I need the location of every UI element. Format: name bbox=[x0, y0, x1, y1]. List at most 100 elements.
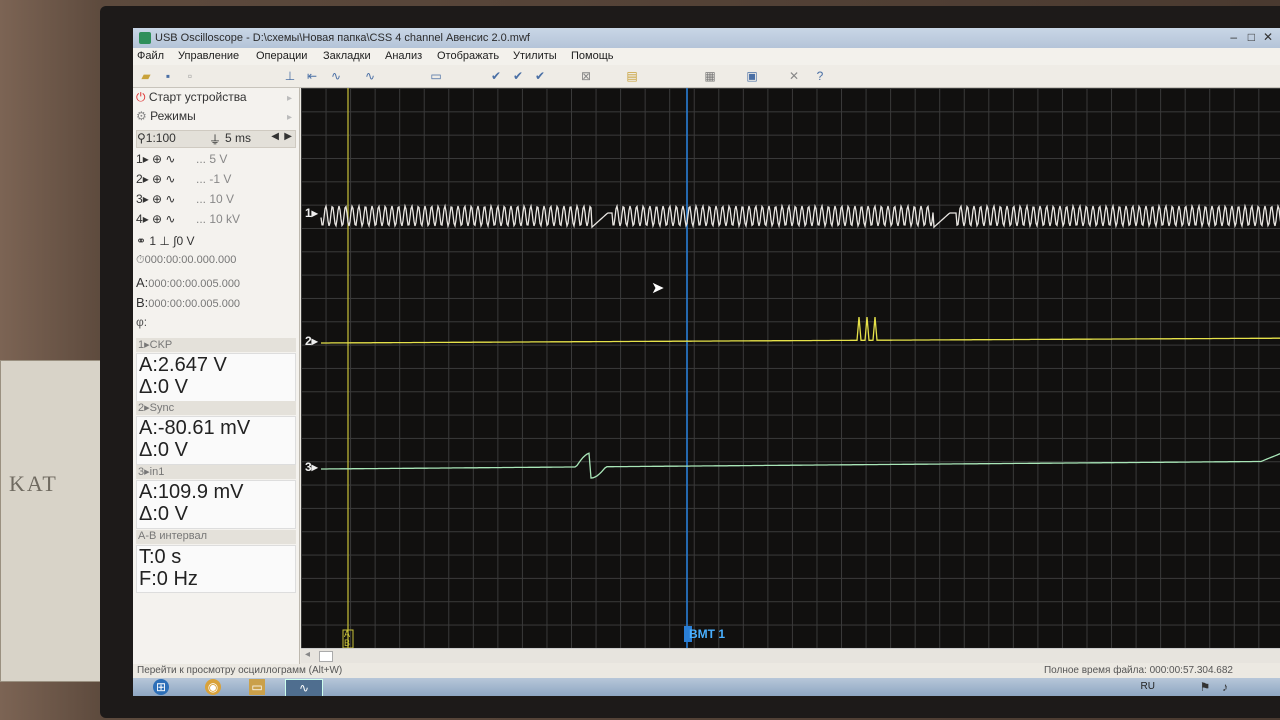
cross-icon[interactable]: ✕ bbox=[787, 69, 801, 83]
interval-header: A-B интервал bbox=[136, 530, 296, 544]
arrow-right-icon[interactable]: ▶ bbox=[284, 131, 292, 142]
wave-icon[interactable]: ∿ bbox=[329, 69, 343, 83]
trigger-row[interactable]: ⚭ 1 ⊥ ∫0 V bbox=[136, 234, 296, 253]
cursor-b-label: B: bbox=[136, 295, 149, 310]
cursor-b-time: 000:00:00.005.000 bbox=[148, 298, 241, 310]
language-indicator[interactable]: RU bbox=[1141, 681, 1155, 692]
screen: USB Oscilloscope - D:\схемы\Новая папка\… bbox=[133, 28, 1280, 696]
channel-2-label: 2▸ bbox=[305, 334, 318, 348]
modes-label: Режимы bbox=[150, 109, 196, 123]
monitor-icon[interactable]: ▭ bbox=[429, 69, 443, 83]
start-icon[interactable]: ⊞ bbox=[153, 679, 169, 695]
minimize-icon[interactable]: – bbox=[1230, 30, 1237, 44]
scope-app-icon[interactable]: ∿ bbox=[285, 679, 323, 696]
scroll-thumb[interactable] bbox=[319, 651, 333, 662]
horizontal-scrollbar[interactable]: ◂ bbox=[301, 648, 1280, 663]
zoom-icon: ⚲ bbox=[137, 131, 146, 145]
image-icon[interactable]: ▣ bbox=[745, 69, 759, 83]
channel-2-row[interactable]: 2▸ ⊕ ∿ ... -1 V bbox=[136, 172, 296, 191]
status-bar: Перейти к просмотру осциллограмм (Alt+W)… bbox=[133, 664, 1280, 678]
keyboard-icon[interactable]: ▦ bbox=[703, 69, 717, 83]
scroll-left-icon[interactable]: ◂ bbox=[305, 649, 310, 660]
waveforms bbox=[320, 88, 1280, 648]
meas-3-d: Δ:0 V bbox=[139, 503, 188, 525]
marker-icon[interactable]: ⇤ bbox=[305, 69, 319, 83]
close-icon[interactable]: ✕ bbox=[1263, 30, 1273, 44]
windows-taskbar: ⊞ ◉ ▭ ∿ RU ⚑ ♪ bbox=[133, 678, 1280, 696]
timebase-icon: ⏚ bbox=[209, 133, 222, 147]
chevron-right-icon: ▸ bbox=[286, 112, 292, 123]
app-icon bbox=[139, 32, 151, 44]
menu-operations[interactable]: Операции bbox=[256, 50, 307, 62]
channel-3-label: 3▸ bbox=[305, 460, 318, 474]
cursor-label: BMT 1 bbox=[689, 627, 725, 641]
trigger-icon: ⚭ bbox=[136, 234, 147, 248]
start-device-label: Старт устройства bbox=[148, 90, 247, 104]
channel-1-label: 1▸ bbox=[305, 206, 318, 220]
meas-2-d: Δ:0 V bbox=[139, 439, 188, 461]
print-icon[interactable]: ▫ bbox=[183, 69, 197, 83]
channel-3-row[interactable]: 3▸ ⊕ ∿ ... 10 V bbox=[136, 192, 296, 211]
time-icon: ⏱ bbox=[136, 254, 145, 266]
cursor-icon[interactable]: ⊥ bbox=[283, 69, 297, 83]
left-panel: ⏻ Старт устройства ▸ ⚙ Режимы ▸ ⚲1:100 ⏚… bbox=[133, 88, 300, 676]
start-device-button[interactable]: ⏻ Старт устройства ▸ bbox=[136, 90, 296, 109]
channel-1-num: 1 bbox=[136, 152, 143, 166]
wave2-icon[interactable]: ∿ bbox=[363, 69, 377, 83]
menu-file[interactable]: Файл bbox=[137, 50, 164, 62]
interval-f: F:0 Hz bbox=[139, 568, 198, 590]
channel-2-num: 2 bbox=[136, 172, 143, 186]
channel-4-row[interactable]: 4▸ ⊕ ∿ ... 10 kV bbox=[136, 212, 296, 231]
volume-icon[interactable]: ♪ bbox=[1217, 679, 1233, 695]
meas-1-d: Δ:0 V bbox=[139, 376, 188, 398]
check2-icon[interactable]: ✔ bbox=[511, 69, 525, 83]
phase-row: φ: bbox=[136, 315, 296, 334]
check3-icon[interactable]: ✔ bbox=[533, 69, 547, 83]
channel-1-scale: ... 5 V bbox=[196, 152, 228, 166]
menu-control[interactable]: Управление bbox=[178, 50, 239, 62]
oscilloscope-canvas[interactable]: 1▸ 2▸ 3▸ A B BMT 1 ➤ bbox=[301, 88, 1280, 648]
modes-button[interactable]: ⚙ Режимы ▸ bbox=[136, 109, 296, 128]
network-icon[interactable]: ⚑ bbox=[1197, 679, 1213, 695]
zoom-timebase-row: ⚲1:100 ⏚ 5 ms ◀ ▶ bbox=[136, 130, 296, 148]
explorer-icon[interactable]: ▭ bbox=[249, 679, 265, 695]
meas-3-box: A:109.9 mV Δ:0 V bbox=[136, 480, 296, 529]
menu-analysis[interactable]: Анализ bbox=[385, 50, 422, 62]
time-b-row: B:000:00:00.005.000 bbox=[136, 295, 296, 314]
zoom-value[interactable]: 1:100 bbox=[146, 131, 176, 145]
menu-bookmarks[interactable]: Закладки bbox=[323, 50, 371, 62]
folder-icon[interactable]: ▤ bbox=[625, 69, 639, 83]
chevron-right-icon: ▸ bbox=[286, 93, 292, 104]
time-origin-row: ⏱000:00:00.000.000 bbox=[136, 254, 296, 273]
file-time: Полное время файла: 000:00:57.304.682 bbox=[1043, 665, 1233, 676]
interval-box: T:0 s F:0 Hz bbox=[136, 545, 296, 593]
help-icon[interactable]: ? bbox=[813, 69, 827, 83]
menu-help[interactable]: Помощь bbox=[571, 50, 614, 62]
meas-2-a: A:-80.61 mV bbox=[139, 417, 251, 439]
meas-3-header: 3▸in1 bbox=[136, 465, 296, 479]
arrow-left-icon[interactable]: ◀ bbox=[271, 131, 279, 142]
meas-2-box: A:-80.61 mV Δ:0 V bbox=[136, 416, 296, 465]
meas-2-header: 2▸Sync bbox=[136, 401, 296, 415]
phase-label: φ: bbox=[136, 315, 148, 329]
browser-icon[interactable]: ◉ bbox=[205, 679, 221, 695]
power-icon: ⏻ bbox=[136, 90, 146, 104]
meas-1-box: A:2.647 V Δ:0 V bbox=[136, 353, 296, 402]
time-a-row: A:000:00:00.005.000 bbox=[136, 275, 296, 294]
channel-2-trace bbox=[321, 316, 1280, 344]
check1-icon[interactable]: ✔ bbox=[489, 69, 503, 83]
maximize-icon[interactable]: □ bbox=[1248, 30, 1255, 44]
channel-4-num: 4 bbox=[136, 212, 143, 226]
channel-1-row[interactable]: 1▸ ⊕ ∿ ... 5 V bbox=[136, 152, 296, 171]
timebase-value[interactable]: 5 ms bbox=[225, 131, 251, 145]
interval-t: T:0 s bbox=[139, 546, 182, 568]
zoom-fit-icon[interactable]: ⊠ bbox=[579, 69, 593, 83]
menu-view[interactable]: Отображать bbox=[437, 50, 499, 62]
open-icon[interactable]: ▰ bbox=[139, 69, 153, 83]
meas-1-header: 1▸CKP bbox=[136, 338, 296, 352]
menu-utilities[interactable]: Утилиты bbox=[513, 50, 557, 62]
save-icon[interactable]: ▪ bbox=[161, 69, 175, 83]
channel-2-scale: ... -1 V bbox=[196, 172, 232, 186]
time-origin-value: 000:00:00.000.000 bbox=[144, 254, 237, 266]
status-hint: Перейти к просмотру осциллограмм (Alt+W) bbox=[137, 665, 343, 676]
